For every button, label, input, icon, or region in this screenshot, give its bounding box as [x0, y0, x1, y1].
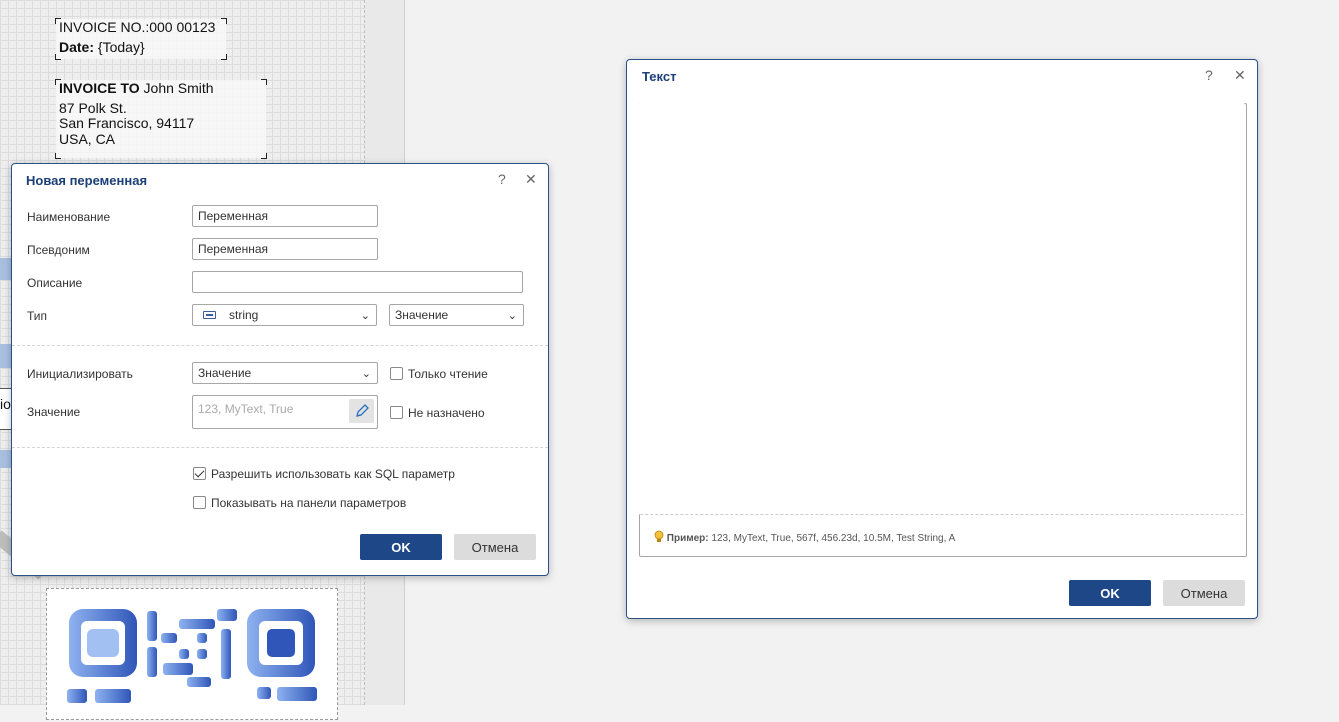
sql-param-label: Разрешить использовать как SQL параметр [211, 467, 455, 481]
type-mode-value: Значение [395, 308, 449, 322]
partial-text: io [0, 396, 11, 412]
cancel-button[interactable]: Отмена [1163, 580, 1245, 606]
string-type-icon [203, 311, 216, 319]
init-select-value: Значение [198, 366, 252, 380]
date-label: Date: [59, 39, 95, 55]
divider [12, 345, 548, 346]
name-input[interactable] [192, 205, 378, 227]
chevron-down-icon: ⌄ [360, 310, 370, 322]
example-hint: Пример: 123, MyText, True, 567f, 456.23d… [654, 530, 955, 544]
type-label: Тип [27, 309, 48, 323]
edit-value-button[interactable] [349, 399, 374, 423]
close-icon[interactable]: ✕ [1234, 67, 1246, 83]
init-select[interactable]: Значение ⌄ [192, 362, 378, 384]
hint-examples: 123, MyText, True, 567f, 456.23d, 10.5M,… [711, 533, 956, 544]
divider [12, 447, 548, 448]
init-label: Инициализировать [27, 367, 133, 381]
help-icon[interactable]: ? [498, 171, 506, 187]
text-input[interactable] [639, 103, 1245, 515]
ok-button[interactable]: OK [360, 534, 442, 560]
dialog-title: Новая переменная [26, 173, 148, 188]
unassigned-checkbox[interactable] [390, 406, 403, 419]
invoice-to-component[interactable]: INVOICE TO John Smith 87 Polk St. San Fr… [55, 79, 267, 159]
address-line: San Francisco, 94117 [59, 115, 195, 131]
invoice-number-text: INVOICE NO.:000 00123 [59, 19, 216, 35]
invoice-to-label: INVOICE TO [59, 80, 140, 96]
show-panel-label: Показывать на панели параметров [211, 496, 407, 510]
text-dialog: Текст ? ✕ Пример: 123, MyText, True, 567… [626, 59, 1258, 619]
value-label: Значение [27, 405, 81, 419]
sql-param-checkbox[interactable] [193, 467, 206, 480]
new-variable-dialog: Новая переменная ? ✕ Наименование Псевдо… [11, 163, 549, 576]
description-input[interactable] [192, 271, 523, 293]
hint-label: Пример: [666, 533, 709, 544]
type-select-value: string [229, 308, 259, 322]
readonly-checkbox[interactable] [390, 367, 403, 380]
type-select[interactable]: string ⌄ [192, 304, 377, 326]
chevron-down-icon: ⌄ [361, 368, 371, 380]
readonly-label: Только чтение [408, 367, 488, 381]
date-value: {Today} [97, 39, 145, 55]
cancel-button[interactable]: Отмена [454, 534, 536, 560]
qr-code-icon [67, 609, 317, 703]
pencil-icon [356, 404, 369, 417]
ok-button[interactable]: OK [1069, 580, 1151, 606]
invoice-number-component[interactable]: INVOICE NO.:000 00123 Date: {Today} [55, 18, 227, 60]
address-line: USA, CA [59, 131, 116, 147]
lightbulb-icon [654, 530, 664, 542]
type-mode-select[interactable]: Значение ⌄ [389, 304, 524, 326]
value-field[interactable]: 123, MyText, True [192, 395, 378, 429]
name-label: Наименование [27, 210, 111, 224]
text-editor-frame: Пример: 123, MyText, True, 567f, 456.23d… [639, 103, 1247, 557]
close-icon[interactable]: ✕ [525, 171, 537, 187]
help-icon[interactable]: ? [1205, 67, 1213, 83]
value-placeholder: 123, MyText, True [198, 402, 294, 416]
show-panel-checkbox[interactable] [193, 496, 206, 509]
qr-code-component[interactable] [46, 588, 338, 720]
unassigned-label: Не назначено [408, 406, 485, 420]
invoice-to-name: John Smith [143, 80, 214, 96]
address-line: 87 Polk St. [59, 100, 127, 116]
alias-input[interactable] [192, 238, 378, 260]
chevron-down-icon: ⌄ [507, 310, 517, 322]
dialog-title: Текст [642, 69, 677, 84]
description-label: Описание [27, 276, 83, 290]
alias-label: Псевдоним [27, 243, 90, 257]
